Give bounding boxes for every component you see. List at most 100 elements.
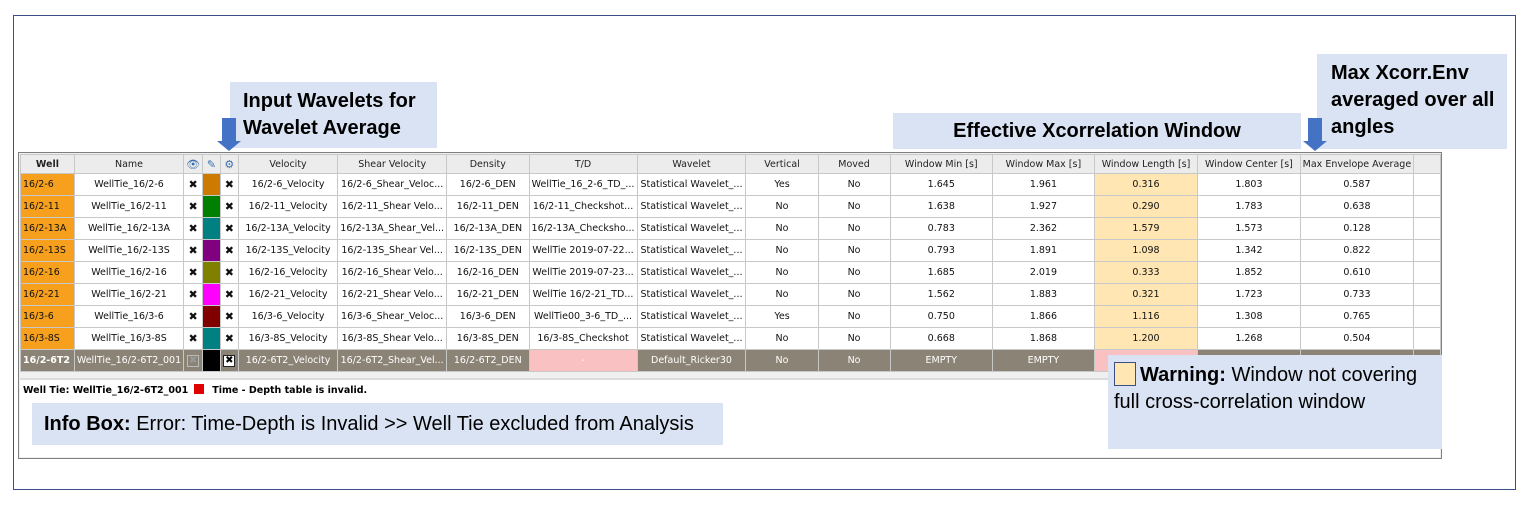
cell-wavelet[interactable]: Statistical Wavelet_...	[636, 305, 747, 328]
cell-wlen[interactable]: 0.321	[1093, 283, 1199, 306]
cell-name[interactable]: WellTie_16/2-13A	[73, 217, 185, 240]
cell-density[interactable]: 16/2-21_DEN	[446, 283, 530, 306]
col-max-envelope[interactable]: Max Envelope Average	[1299, 154, 1415, 174]
cell-name[interactable]: WellTie_16/3-6	[73, 305, 185, 328]
cell-velocity[interactable]: 16/2-16_Velocity	[237, 261, 339, 284]
col-shear[interactable]: Shear Velocity	[337, 154, 448, 174]
cell-velocity[interactable]: 16/2-21_Velocity	[237, 283, 339, 306]
include-checkbox-icon[interactable]: ✖	[223, 354, 236, 367]
cell-vertical[interactable]: No	[745, 239, 819, 262]
cell-vertical[interactable]: Yes	[745, 173, 819, 196]
table-row[interactable]: 16/2-21 WellTie_16/2-21 ✖ ✖ 16/2-21_Velocity…	[20, 283, 1441, 306]
cell-wmax[interactable]: 1.883	[992, 283, 1095, 306]
visible-checkbox-icon[interactable]: ✖	[187, 354, 200, 367]
cell-moved[interactable]: No	[817, 283, 891, 306]
cell-wlen[interactable]: 1.098	[1093, 239, 1199, 262]
col-well[interactable]: Well	[20, 154, 75, 174]
cell-name[interactable]: WellTie_16/2-16	[73, 261, 185, 284]
visible-checkbox-icon[interactable]: ✖	[189, 178, 198, 191]
visible-checkbox-icon[interactable]: ✖	[189, 332, 198, 345]
include-checkbox-icon[interactable]: ✖	[225, 288, 234, 301]
cell-density[interactable]: 16/3-6_DEN	[446, 305, 530, 328]
cell-well[interactable]: 16/2-21	[20, 283, 75, 306]
col-include[interactable]: ⚙	[219, 154, 239, 174]
cell-moved[interactable]: No	[817, 217, 891, 240]
table-row[interactable]: 16/2-11 WellTie_16/2-11 ✖ ✖ 16/2-11_Velocity…	[20, 195, 1441, 218]
cell-maxenv[interactable]: 0.504	[1299, 327, 1415, 350]
cell-shear[interactable]: 16/2-11_Shear Velo...	[337, 195, 448, 218]
cell-maxenv[interactable]: 0.765	[1299, 305, 1415, 328]
cell-wmin[interactable]: 0.783	[889, 217, 994, 240]
cell-wmin[interactable]: 0.793	[889, 239, 994, 262]
cell-visible-toggle[interactable]: ✖	[183, 283, 204, 306]
cell-density[interactable]: 16/2-16_DEN	[446, 261, 530, 284]
cell-vertical[interactable]: No	[745, 217, 819, 240]
table-row[interactable]: 16/2-13S WellTie_16/2-13S ✖ ✖ 16/2-13S_Veloc…	[20, 239, 1441, 262]
cell-td[interactable]: WellTie00_3-6_TD_...	[528, 305, 638, 328]
cell-wlen[interactable]: 0.316	[1093, 173, 1199, 196]
cell-visible-toggle[interactable]: ✖	[183, 173, 204, 196]
cell-include-toggle[interactable]: ✖	[219, 195, 239, 218]
cell-include-toggle[interactable]: ✖	[219, 283, 239, 306]
table-row[interactable]: 16/2-13A WellTie_16/2-13A ✖ ✖ 16/2-13A_Veloc…	[20, 217, 1441, 240]
cell-shear[interactable]: 16/3-8S_Shear Velo...	[337, 327, 448, 350]
cell-vertical[interactable]: No	[745, 195, 819, 218]
visible-checkbox-icon[interactable]: ✖	[189, 288, 198, 301]
cell-color-swatch[interactable]	[202, 217, 221, 240]
visible-checkbox-icon[interactable]: ✖	[189, 244, 198, 257]
cell-wavelet[interactable]: Statistical Wavelet_...	[636, 239, 747, 262]
cell-wmin[interactable]: 1.645	[889, 173, 994, 196]
cell-wcen[interactable]: 1.342	[1197, 239, 1301, 262]
cell-shear[interactable]: 16/2-21_Shear Velo...	[337, 283, 448, 306]
cell-moved[interactable]: No	[817, 305, 891, 328]
cell-include-toggle[interactable]: ✖	[219, 217, 239, 240]
cell-name[interactable]: WellTie_16/2-11	[73, 195, 185, 218]
table-row[interactable]: 16/3-8S WellTie_16/3-8S ✖ ✖ 16/3-8S_Velocity…	[20, 327, 1441, 350]
cell-wmax[interactable]: 1.927	[992, 195, 1095, 218]
cell-color-swatch[interactable]	[202, 239, 221, 262]
cell-td[interactable]: WellTie 2019-07-23...	[528, 261, 638, 284]
cell-wavelet[interactable]: Statistical Wavelet_...	[636, 195, 747, 218]
cell-maxenv[interactable]: 0.587	[1299, 173, 1415, 196]
cell-wmax[interactable]: 1.868	[992, 327, 1095, 350]
cell-include-toggle[interactable]: ✖	[219, 261, 239, 284]
cell-maxenv[interactable]: 0.610	[1299, 261, 1415, 284]
cell-vertical[interactable]: No	[745, 327, 819, 350]
cell-visible-toggle[interactable]: ✖	[183, 349, 204, 372]
cell-wlen[interactable]: 1.116	[1093, 305, 1199, 328]
include-checkbox-icon[interactable]: ✖	[225, 244, 234, 257]
cell-wcen[interactable]: 1.803	[1197, 173, 1301, 196]
col-window-min[interactable]: Window Min [s]	[889, 154, 994, 174]
cell-name[interactable]: WellTie_16/2-13S	[73, 239, 185, 262]
col-name[interactable]: Name	[73, 154, 185, 174]
cell-name[interactable]: WellTie_16/2-6T2_001	[73, 349, 185, 372]
cell-density[interactable]: 16/2-11_DEN	[446, 195, 530, 218]
cell-vertical[interactable]: No	[745, 283, 819, 306]
cell-velocity[interactable]: 16/2-13A_Velocity	[237, 217, 339, 240]
cell-wmin[interactable]: EMPTY	[889, 349, 994, 372]
col-window-max[interactable]: Window Max [s]	[992, 154, 1095, 174]
cell-wmin[interactable]: 0.668	[889, 327, 994, 350]
cell-name[interactable]: WellTie_16/2-6	[73, 173, 185, 196]
table-row[interactable]: 16/3-6 WellTie_16/3-6 ✖ ✖ 16/3-6_Velocity 16/…	[20, 305, 1441, 328]
cell-moved[interactable]: No	[817, 349, 891, 372]
cell-well[interactable]: 16/2-11	[20, 195, 75, 218]
cell-wmax[interactable]: 2.019	[992, 261, 1095, 284]
cell-shear[interactable]: 16/2-6_Shear_Veloc...	[337, 173, 448, 196]
cell-color-swatch[interactable]	[202, 283, 221, 306]
cell-wavelet[interactable]: Statistical Wavelet_...	[636, 217, 747, 240]
cell-density[interactable]: 16/2-13A_DEN	[446, 217, 530, 240]
cell-wlen[interactable]: 0.333	[1093, 261, 1199, 284]
cell-density[interactable]: 16/2-6T2_DEN	[446, 349, 530, 372]
cell-td[interactable]: WellTie 16/2-21_TD...	[528, 283, 638, 306]
visible-checkbox-icon[interactable]: ✖	[189, 310, 198, 323]
cell-include-toggle[interactable]: ✖	[219, 239, 239, 262]
cell-well[interactable]: 16/2-13S	[20, 239, 75, 262]
cell-wmin[interactable]: 1.562	[889, 283, 994, 306]
cell-td[interactable]: WellTie_16_2-6_TD_...	[528, 173, 638, 196]
visible-checkbox-icon[interactable]: ✖	[189, 222, 198, 235]
cell-color-swatch[interactable]	[202, 173, 221, 196]
cell-color-swatch[interactable]	[202, 327, 221, 350]
cell-wmax[interactable]: EMPTY	[992, 349, 1095, 372]
cell-density[interactable]: 16/2-13S_DEN	[446, 239, 530, 262]
